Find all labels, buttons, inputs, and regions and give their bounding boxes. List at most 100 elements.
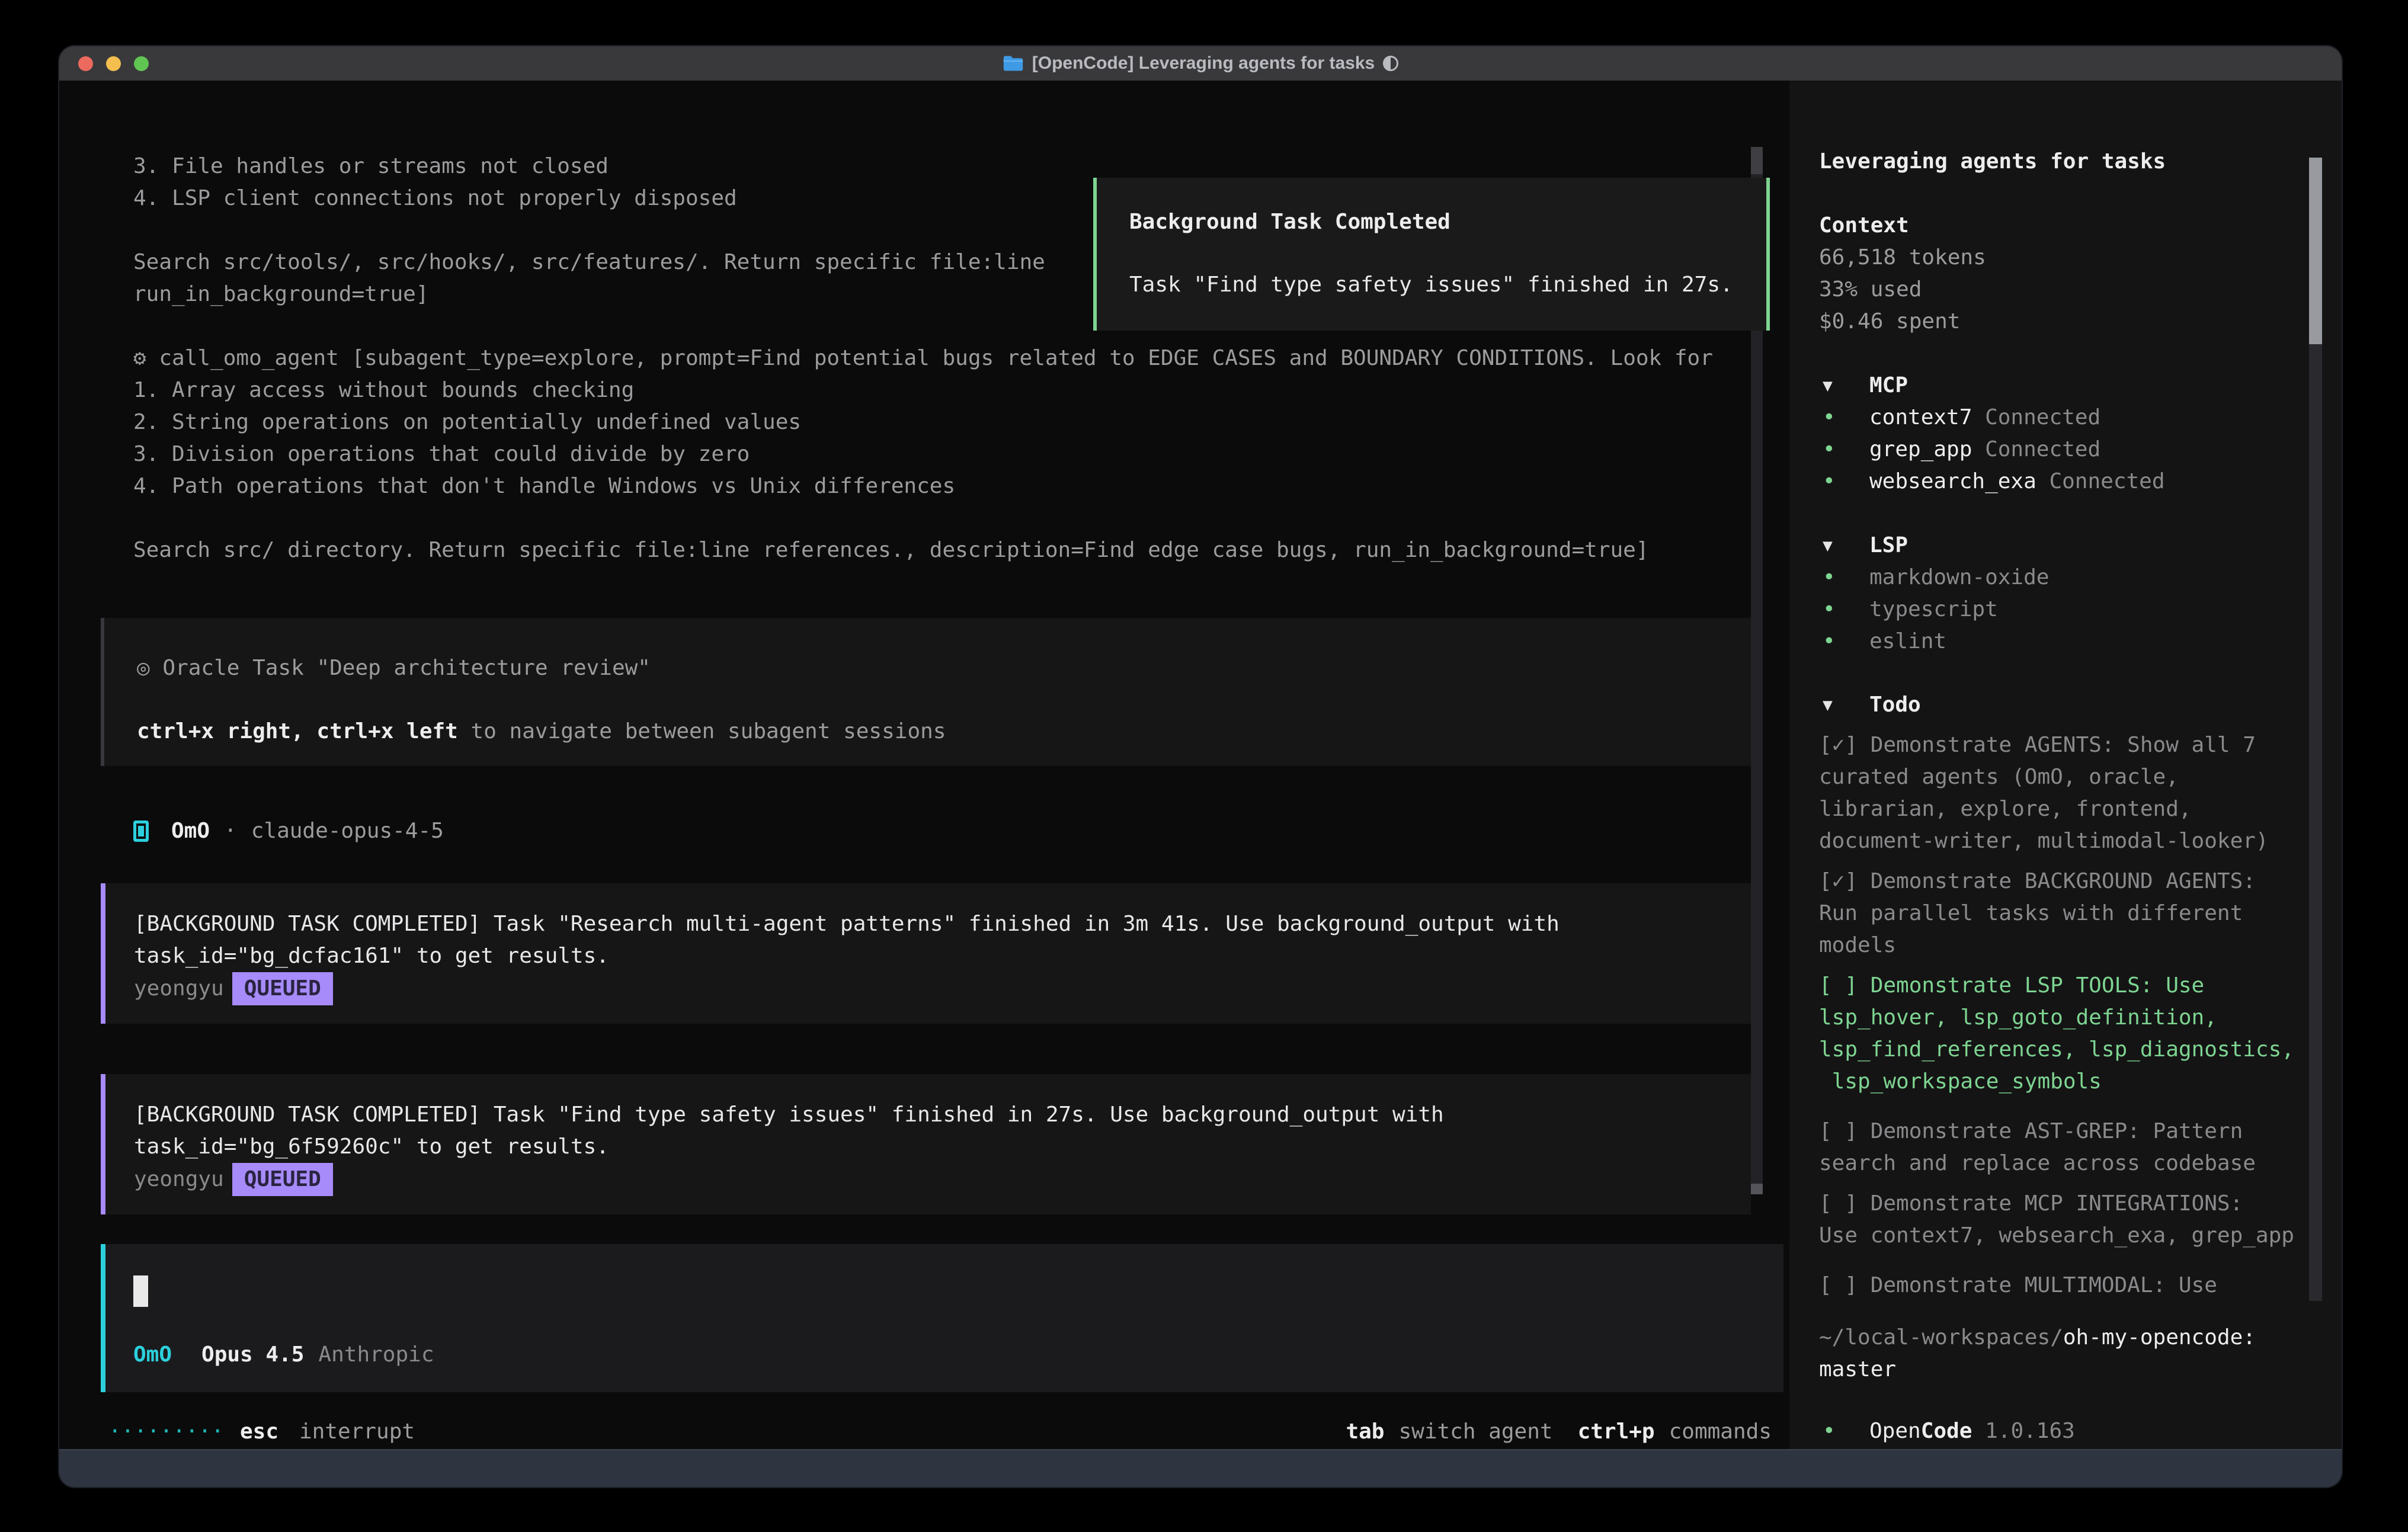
background-task-message: [BACKGROUND TASK COMPLETED] Task "Find t… <box>101 1074 1751 1214</box>
commands-label: commands <box>1669 1416 1772 1448</box>
terminal-window: [OpenCode] Leveraging agents for tasks 3… <box>59 46 2342 1487</box>
input-provider-label: Anthropic <box>318 1339 434 1371</box>
lsp-item: • eslint <box>1819 626 2311 658</box>
mcp-heading: MCP <box>1869 370 1908 402</box>
todo-item-pending: [ ] Demonstrate MULTIMODAL: Use <box>1819 1270 2311 1302</box>
todo-item-done: [✓] Demonstrate AGENTS: Show all 7 curat… <box>1819 729 2311 857</box>
status-dot-icon: • <box>1819 402 1869 434</box>
main-scrollbar-thumb-top[interactable] <box>1751 147 1763 174</box>
lsp-section-header[interactable]: ▼ LSP <box>1819 530 2311 562</box>
mcp-status: Connected <box>1985 405 2100 430</box>
status-bar: ········· esc interrupt tab switch agent… <box>59 1416 1789 1448</box>
window-titlebar: [OpenCode] Leveraging agents for tasks <box>59 46 2342 82</box>
agent-icon <box>133 821 149 842</box>
oracle-task-title: Oracle Task "Deep architecture review" <box>162 656 651 680</box>
input-model-label: Opus 4.5 <box>201 1339 304 1371</box>
context-heading: Context <box>1819 210 2311 242</box>
lsp-item: • typescript <box>1819 594 2311 626</box>
collapse-triangle-icon: ▼ <box>1819 370 1869 402</box>
oracle-task-box: ◎ Oracle Task "Deep architecture review"… <box>101 618 1751 766</box>
sidebar-scrollbar-thumb[interactable] <box>2309 158 2322 344</box>
version-row: • OpenCode 1.0.163 <box>1819 1415 2311 1447</box>
toast-body: Task "Find type safety issues" finished … <box>1129 269 1733 301</box>
mcp-section-header[interactable]: ▼ MCP <box>1819 370 2311 402</box>
folder-icon <box>1003 55 1024 72</box>
mcp-name: context7 <box>1869 405 1972 430</box>
background-task-toast: Background Task Completed Task "Find typ… <box>1093 178 1770 331</box>
mcp-name: grep_app <box>1869 437 1972 461</box>
lsp-name: typescript <box>1869 594 1998 626</box>
interrupt-label: interrupt <box>299 1416 415 1448</box>
status-dot-icon: • <box>1819 562 1869 594</box>
oracle-hint-keys: ctrl+x right, ctrl+x left <box>137 719 458 743</box>
background-task-message: [BACKGROUND TASK COMPLETED] Task "Resear… <box>101 883 1751 1024</box>
todo-item-active: [ ] Demonstrate LSP TOOLS: Use lsp_hover… <box>1819 970 2311 1098</box>
task-text-line1: [BACKGROUND TASK COMPLETED] Task "Resear… <box>134 908 1560 940</box>
workspace-dir: ~/local-workspaces/ <box>1819 1325 2063 1350</box>
lsp-name: eslint <box>1869 626 1946 658</box>
text-cursor <box>133 1275 148 1307</box>
task-text-line2: task_id="bg_6f59260c" to get results. <box>134 1131 609 1163</box>
lsp-name: markdown-oxide <box>1869 562 2049 594</box>
todo-section: ▼ Todo [✓] Demonstrate AGENTS: Show all … <box>1819 689 2311 1310</box>
collapse-triangle-icon: ▼ <box>1819 689 1869 721</box>
todo-item-done: [✓] Demonstrate BACKGROUND AGENTS: Run p… <box>1819 866 2311 961</box>
collapse-triangle-icon: ▼ <box>1819 530 1869 562</box>
main-scrollbar-thumb-bottom[interactable] <box>1751 1184 1763 1194</box>
mcp-item: • context7 Connected <box>1819 402 2311 434</box>
todo-item-pending: [ ] Demonstrate AST-GREP: Pattern search… <box>1819 1116 2311 1180</box>
sidebar: Leveraging agents for tasks Context 66,5… <box>1789 81 2342 1450</box>
task-text-line1: [BACKGROUND TASK COMPLETED] Task "Find t… <box>134 1099 1444 1131</box>
spinner-dots-icon: ········· <box>108 1416 224 1448</box>
window-bottom-chrome <box>59 1449 2342 1487</box>
switch-agent-key: tab <box>1346 1416 1384 1448</box>
lsp-section: ▼ LSP • markdown-oxide • typescript • es… <box>1819 530 2311 658</box>
gear-icon: ⚙ <box>133 346 146 370</box>
bullseye-icon: ◎ <box>137 656 150 680</box>
status-dot-icon: • <box>1819 594 1869 626</box>
lsp-item: • markdown-oxide <box>1819 562 2311 594</box>
chat-pane[interactable]: 3. File handles or streams not closed 4.… <box>59 81 1789 1450</box>
mcp-section: ▼ MCP • context7 Connected • grep_app Co… <box>1819 370 2311 498</box>
interrupt-key: esc <box>240 1416 278 1448</box>
oracle-hint-text: to navigate between subagent sessions <box>458 719 946 743</box>
window-title: [OpenCode] Leveraging agents for tasks <box>1032 53 1375 73</box>
input-agent-label: OmO <box>133 1339 172 1371</box>
status-badge: QUEUED <box>232 972 333 1005</box>
window-title-area: [OpenCode] Leveraging agents for tasks <box>59 46 2342 81</box>
sidebar-scrollbar-track[interactable] <box>2309 158 2322 1301</box>
agent-model: claude-opus-4-5 <box>251 815 444 847</box>
toast-title: Background Task Completed <box>1129 206 1450 238</box>
todo-section-header[interactable]: ▼ Todo <box>1819 689 2311 721</box>
status-dot-icon: • <box>1819 626 1869 658</box>
mcp-name: websearch_exa <box>1869 469 2036 493</box>
agent-header: OmO · claude-opus-4-5 <box>133 815 444 847</box>
prompt-input[interactable]: OmO Opus 4.5 Anthropic <box>101 1244 1783 1392</box>
app-version: 1.0.163 <box>1985 1419 2075 1443</box>
tool-call-text: call_omo_agent [subagent_type=explore, p… <box>159 346 1713 370</box>
mcp-item: • websearch_exa Connected <box>1819 466 2311 498</box>
lsp-heading: LSP <box>1869 530 1908 562</box>
task-author: yeongyu <box>134 1167 224 1191</box>
tool-call-line: ⚙ call_omo_agent [subagent_type=explore,… <box>133 342 1713 374</box>
workspace-repo: oh-my-opencode: <box>2063 1325 2256 1350</box>
context-section: Context 66,518 tokens 33% used $0.46 spe… <box>1819 210 2311 338</box>
task-author: yeongyu <box>134 976 224 1001</box>
screen: [OpenCode] Leveraging agents for tasks 3… <box>0 0 2408 1532</box>
separator-dot: · <box>224 815 237 847</box>
context-stats: 66,518 tokens 33% used $0.46 spent <box>1819 242 2311 338</box>
tool-call-body: 1. Array access without bounds checking … <box>133 374 1649 566</box>
app-name: Open <box>1869 1419 1921 1443</box>
app-name-bold: Code <box>1921 1419 1972 1443</box>
todo-heading: Todo <box>1869 689 1921 721</box>
session-title: Leveraging agents for tasks <box>1819 146 2311 178</box>
agent-name: OmO <box>171 815 210 847</box>
switch-agent-label: switch agent <box>1398 1416 1552 1448</box>
task-text-line2: task_id="bg_dcfac161" to get results. <box>134 940 609 972</box>
mcp-status: Connected <box>1985 437 2100 461</box>
mcp-item: • grep_app Connected <box>1819 434 2311 466</box>
busy-indicator-icon <box>1383 56 1398 71</box>
status-dot-icon: • <box>1819 1415 1869 1447</box>
status-badge: QUEUED <box>232 1163 333 1196</box>
todo-item-pending: [ ] Demonstrate MCP INTEGRATIONS: Use co… <box>1819 1188 2311 1252</box>
